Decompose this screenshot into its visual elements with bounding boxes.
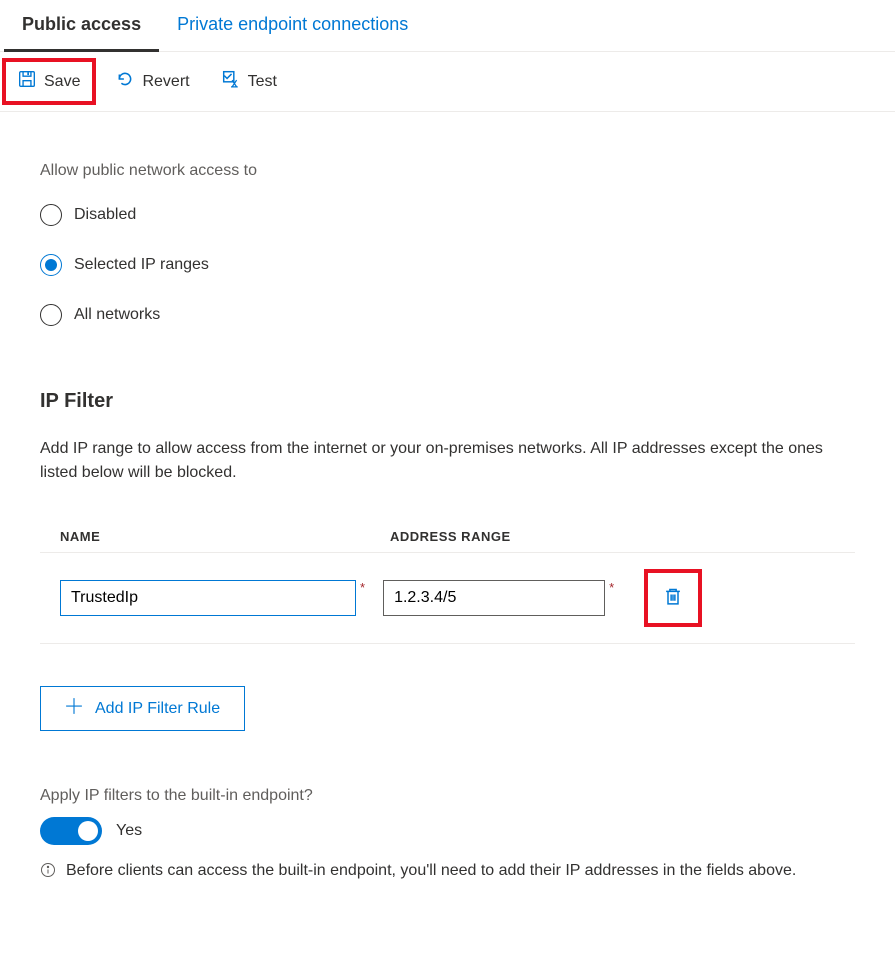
- save-button[interactable]: Save: [2, 58, 96, 105]
- save-icon: [18, 70, 36, 93]
- radio-disabled[interactable]: Disabled: [40, 204, 855, 226]
- save-label: Save: [44, 73, 80, 91]
- revert-icon: [116, 70, 134, 93]
- address-input-wrap: *: [383, 580, 632, 616]
- network-access-label: Allow public network access to: [40, 162, 855, 180]
- column-address-range: ADDRESS RANGE: [390, 529, 835, 544]
- ip-filter-description: Add IP range to allow access from the in…: [40, 437, 855, 485]
- tab-public-access[interactable]: Public access: [4, 0, 159, 52]
- toggle-value-label: Yes: [116, 822, 142, 840]
- apply-filters-toggle[interactable]: [40, 817, 102, 845]
- network-access-radio-group: Disabled Selected IP ranges All networks: [40, 204, 855, 326]
- required-asterisk: *: [609, 580, 614, 595]
- trash-icon: [663, 587, 683, 610]
- name-input[interactable]: [60, 580, 356, 616]
- column-name: NAME: [60, 529, 390, 544]
- tabs-bar: Public access Private endpoint connectio…: [0, 0, 895, 52]
- radio-disabled-label: Disabled: [74, 206, 136, 224]
- add-ip-filter-rule-button[interactable]: Add IP Filter Rule: [40, 686, 245, 731]
- revert-button[interactable]: Revert: [104, 62, 201, 101]
- toggle-row: Yes: [40, 817, 855, 845]
- radio-circle-icon: [40, 254, 62, 276]
- address-range-input[interactable]: [383, 580, 605, 616]
- delete-button-highlight: [644, 569, 702, 627]
- table-row: * *: [40, 553, 855, 644]
- add-rule-label: Add IP Filter Rule: [95, 700, 220, 718]
- required-asterisk: *: [360, 580, 365, 595]
- radio-circle-icon: [40, 304, 62, 326]
- name-input-wrap: *: [60, 580, 383, 616]
- tab-private-endpoint[interactable]: Private endpoint connections: [159, 0, 426, 51]
- test-label: Test: [248, 73, 277, 91]
- toolbar: Save Revert Test: [0, 52, 895, 112]
- radio-selected-ip-label: Selected IP ranges: [74, 256, 209, 274]
- test-button[interactable]: Test: [210, 62, 289, 101]
- revert-label: Revert: [142, 73, 189, 91]
- apply-filters-section: Apply IP filters to the built-in endpoin…: [40, 787, 855, 883]
- delete-row-button[interactable]: [663, 587, 683, 610]
- ip-filter-table-header: NAME ADDRESS RANGE: [40, 521, 855, 553]
- radio-all-networks-label: All networks: [74, 306, 160, 324]
- info-text: Before clients can access the built-in e…: [66, 859, 796, 883]
- plus-icon: [65, 697, 83, 720]
- apply-filters-label: Apply IP filters to the built-in endpoin…: [40, 787, 855, 805]
- info-row: Before clients can access the built-in e…: [40, 859, 855, 883]
- radio-all-networks[interactable]: All networks: [40, 304, 855, 326]
- radio-selected-ip[interactable]: Selected IP ranges: [40, 254, 855, 276]
- content-area: Allow public network access to Disabled …: [0, 112, 895, 903]
- ip-filter-heading: IP Filter: [40, 390, 855, 413]
- radio-circle-icon: [40, 204, 62, 226]
- info-icon: [40, 859, 56, 881]
- test-icon: [222, 70, 240, 93]
